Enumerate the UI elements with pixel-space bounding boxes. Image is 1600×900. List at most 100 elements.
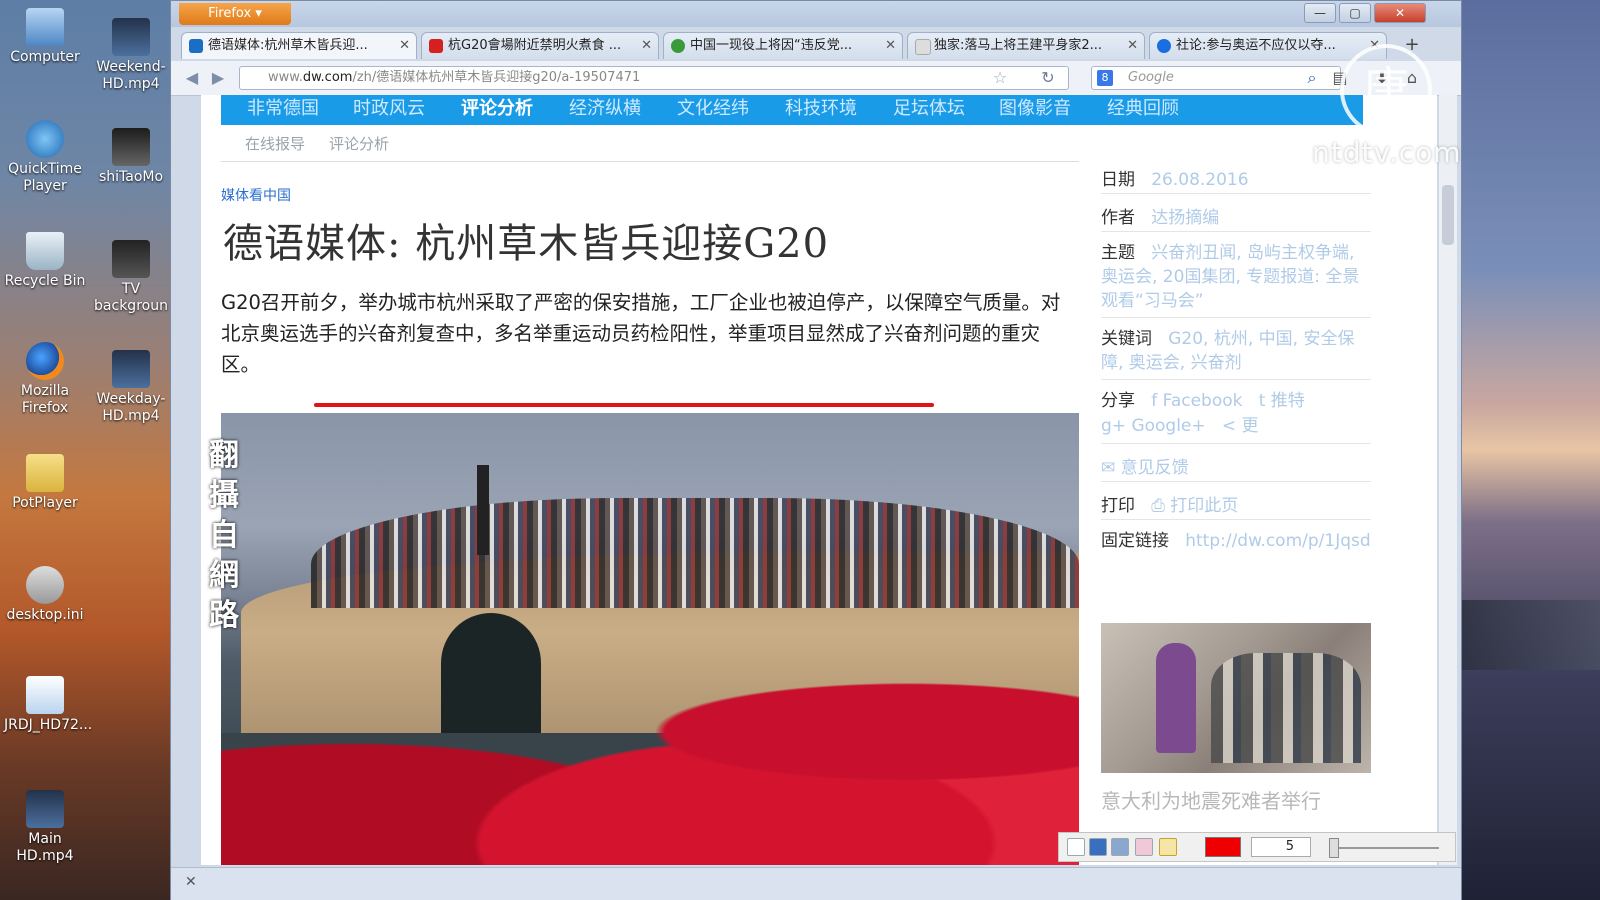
tab-label: 独家:落马上将王建平身家2... xyxy=(934,38,1103,53)
folder-icon xyxy=(26,454,64,492)
close-addon-bar-icon[interactable]: ✕ xyxy=(185,874,197,890)
tab-general-investigation[interactable]: 中国一现役上将因“违反党... ✕ xyxy=(663,32,903,59)
tab-close-icon[interactable]: ✕ xyxy=(1127,33,1138,59)
bookmark-star-icon[interactable]: ☆ xyxy=(989,68,1011,88)
crowd-on-bridge xyxy=(311,498,1079,608)
computer-icon xyxy=(26,8,64,46)
divider xyxy=(1101,231,1371,232)
divider xyxy=(1101,379,1371,380)
scrollbar-thumb[interactable] xyxy=(1442,185,1454,245)
maximize-button[interactable]: ▢ xyxy=(1339,3,1371,23)
brush-size-slider-track[interactable] xyxy=(1329,847,1439,849)
tab-editorial-olympics[interactable]: 社论:参与奥运不应仅以夺... ✕ xyxy=(1149,32,1387,59)
save-icon[interactable] xyxy=(1089,838,1107,856)
nav-item-classics[interactable]: 经典回顾 xyxy=(1107,95,1179,123)
tab-label: 中国一现役上将因“违反党... xyxy=(690,38,853,53)
google-search-engine-icon[interactable]: 8 xyxy=(1097,70,1113,86)
close-window-button[interactable]: ✕ xyxy=(1374,3,1426,23)
nav-item-politics[interactable]: 时政风云 xyxy=(353,95,425,123)
source-overlay-caption: 翻攝自網路 xyxy=(209,438,239,633)
reload-icon[interactable]: ↻ xyxy=(1037,68,1059,88)
feedback-link[interactable]: ✉ 意见反馈 xyxy=(1101,458,1189,478)
tab-label: 社论:参与奥运不应仅以夺... xyxy=(1176,38,1336,53)
tab-close-icon[interactable]: ✕ xyxy=(885,33,896,59)
desktop-icon-shitaomo[interactable]: shiTaoMo xyxy=(90,128,172,186)
minimize-button[interactable]: — xyxy=(1304,3,1336,23)
desktop-icon-weekend-hd[interactable]: Weekend-HD.mp4 xyxy=(90,18,172,93)
eraser-icon[interactable] xyxy=(1135,838,1153,856)
url-path: /zh/德语媒体杭州草木皆兵迎接g20/a-19507471 xyxy=(352,70,641,85)
back-arrow-icon[interactable]: ◀ xyxy=(181,68,203,88)
navigation-toolbar: ◀ ▶ www.dw.com/zh/德语媒体杭州草木皆兵迎接g20/a-1950… xyxy=(171,61,1461,96)
new-page-icon[interactable] xyxy=(1067,838,1085,856)
video-file-icon xyxy=(112,240,150,278)
brush-size-stepper[interactable]: 5 xyxy=(1251,837,1311,857)
desktop-icon-firefox[interactable]: Mozilla Firefox xyxy=(4,342,86,417)
related-article-thumbnail[interactable] xyxy=(1101,623,1371,773)
settings-file-icon xyxy=(26,566,64,604)
nav-item-economy[interactable]: 经济纵横 xyxy=(569,95,641,123)
desktop-icon-label: JRDJ_HD72... xyxy=(4,717,93,733)
desktop-icon-quicktime[interactable]: QuickTime Player xyxy=(4,120,86,195)
article-headline: 德语媒体: 杭州草木皆兵迎接G20 xyxy=(223,221,830,267)
desktop-icon-recycle-bin[interactable]: Recycle Bin xyxy=(4,232,86,290)
vertical-scrollbar[interactable] xyxy=(1439,95,1457,865)
ntdtv-watermark-text: ntdtv.com xyxy=(1312,136,1462,169)
drawing-toolbar: 5 xyxy=(1058,832,1456,862)
share-more-link[interactable]: < 更 xyxy=(1222,416,1259,436)
desktop-wallpaper-right xyxy=(1462,0,1600,900)
tab-g20-fire[interactable]: 杭G20會場附近禁明火煮食 ... ✕ xyxy=(421,32,659,59)
pen-icon[interactable] xyxy=(1159,838,1177,856)
desktop-icon-potplayer[interactable]: PotPlayer xyxy=(4,454,86,512)
nav-item-very-german[interactable]: 非常德国 xyxy=(247,95,319,123)
url-bar[interactable]: www.dw.com/zh/德语媒体杭州草木皆兵迎接g20/a-19507471 xyxy=(239,66,1069,90)
author-value: 达扬摘编 xyxy=(1151,208,1220,228)
nav-item-sports[interactable]: 足坛体坛 xyxy=(893,95,965,123)
desktop-icon-label: Main HD.mp4 xyxy=(16,831,74,864)
web-page: 非常德国 时政风云 评论分析 经济纵横 文化经纬 科技环境 足坛体坛 图像影音 … xyxy=(201,95,1437,865)
share-google-link[interactable]: g+ Google+ xyxy=(1101,416,1206,436)
print-page-link[interactable]: ⎙ 打印此页 xyxy=(1151,496,1238,516)
share-twitter-link[interactable]: t 推特 xyxy=(1259,391,1305,411)
lamp-post xyxy=(477,465,489,555)
tab-close-icon[interactable]: ✕ xyxy=(399,33,410,59)
firefox-menu-button[interactable]: Firefox ▾ xyxy=(179,3,291,25)
divider xyxy=(1101,317,1371,318)
search-magnifier-icon[interactable]: ⌕ xyxy=(1301,68,1323,88)
nav-item-science[interactable]: 科技环境 xyxy=(785,95,857,123)
desktop-icon-tv-background[interactable]: TV backgroun xyxy=(90,240,172,315)
tab-wang-jianping[interactable]: 独家:落马上将王建平身家2... ✕ xyxy=(907,32,1145,59)
red-flowers xyxy=(221,643,1079,865)
forward-arrow-icon[interactable]: ▶ xyxy=(207,68,229,88)
video-file-icon xyxy=(26,790,64,828)
desktop-icon-main-hd[interactable]: Main HD.mp4 xyxy=(4,790,86,865)
article-kicker[interactable]: 媒体看中国 xyxy=(221,185,291,205)
subnav-item-commentary[interactable]: 评论分析 xyxy=(329,135,389,153)
tab-close-icon[interactable]: ✕ xyxy=(641,33,652,59)
share-facebook-link[interactable]: f Facebook xyxy=(1151,391,1242,411)
related-article-caption[interactable]: 意大利为地震死难者举行 xyxy=(1101,785,1321,814)
nav-item-commentary[interactable]: 评论分析 xyxy=(461,95,533,123)
subnav-item-online-reports[interactable]: 在线报导 xyxy=(245,135,305,153)
permalink-value[interactable]: http://dw.com/p/1Jqsd xyxy=(1185,531,1370,551)
nav-item-culture[interactable]: 文化经纬 xyxy=(677,95,749,123)
desktop-icon-jrdj[interactable]: JRDJ_HD72... xyxy=(4,676,92,734)
share-label: 分享 xyxy=(1101,391,1135,411)
desktop-icon-weekday-hd[interactable]: Weekday-HD.mp4 xyxy=(90,350,172,425)
desktop-icon-label: Mozilla Firefox xyxy=(20,383,70,416)
topic-links[interactable]: 兴奋剂丑闻, 岛屿主权争端, 奥运会, 20国集团, 专题报道: 全景观看“习马… xyxy=(1101,243,1359,311)
screenshot-icon[interactable] xyxy=(1111,838,1129,856)
nav-item-media[interactable]: 图像影音 xyxy=(999,95,1071,123)
divider xyxy=(1101,481,1371,482)
tab-dw-article[interactable]: 德语媒体:杭州草木皆兵迎... ✕ xyxy=(181,32,417,59)
desktop-icon-desktop-ini[interactable]: desktop.ini xyxy=(4,566,86,624)
brush-size-slider-handle[interactable] xyxy=(1329,838,1339,858)
desktop-icon-computer[interactable]: Computer xyxy=(4,8,86,66)
color-swatch[interactable] xyxy=(1205,837,1241,857)
divider xyxy=(1101,443,1371,444)
tab-bar: 德语媒体:杭州草木皆兵迎... ✕ 杭G20會場附近禁明火煮食 ... ✕ 中国… xyxy=(171,29,1461,59)
video-file-icon xyxy=(26,676,64,714)
quicktime-icon xyxy=(26,120,64,158)
divider xyxy=(1101,519,1371,520)
desktop-icon-label: Computer xyxy=(10,49,80,65)
